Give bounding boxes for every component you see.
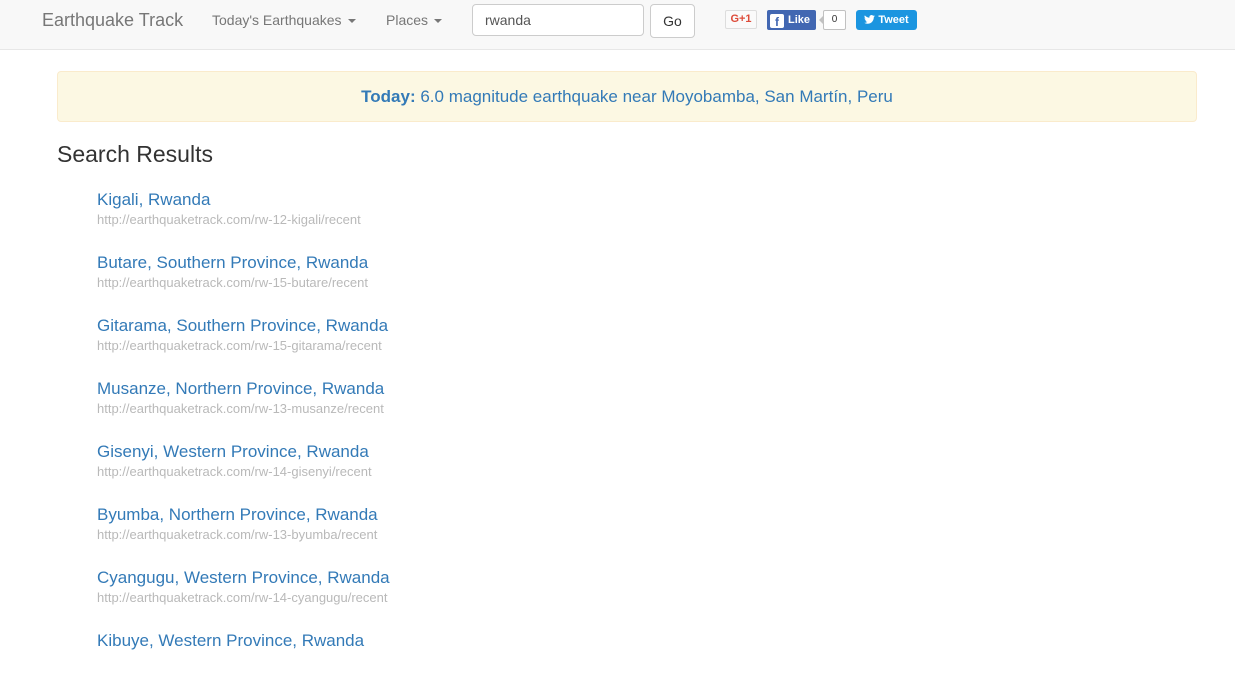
facebook-icon: f [770,14,784,29]
search-result-url: http://earthquaketrack.com/rw-12-kigali/… [97,212,361,227]
search-result-item: Kigali, Rwanda http://earthquaketrack.com… [97,189,697,252]
search-results-list: Kigali, Rwanda http://earthquaketrack.com… [97,189,697,693]
search-result-item: Gisenyi, Western Province, Rwanda http://… [97,441,697,504]
today-earthquake-alert: Today: 6.0 magnitude earthquake near Moy… [57,71,1197,122]
search-result-link[interactable]: Gisenyi, Western Province, Rwanda [97,441,697,462]
search-result-url: http://earthquaketrack.com/rw-14-cyangug… [97,590,388,605]
search-result-item: Cyangugu, Western Province, Rwanda http:/… [97,567,697,630]
menu-todays-earthquakes-label: Today's Earthquakes [212,12,342,28]
search-result-item: Byumba, Northern Province, Rwanda http://… [97,504,697,567]
search-result-url: http://earthquaketrack.com/rw-13-byumba/… [97,527,378,542]
tweet-button[interactable]: Tweet [856,10,917,30]
search-result-link[interactable]: Musanze, Northern Province, Rwanda [97,378,697,399]
search-result-url: http://earthquaketrack.com/rw-15-gitaram… [97,338,382,353]
search-result-item: Kibuye, Western Province, Rwanda [97,630,697,693]
today-earthquake-link[interactable]: Today: 6.0 magnitude earthquake near Moy… [361,87,893,106]
search-result-link[interactable]: Byumba, Northern Province, Rwanda [97,504,697,525]
go-button[interactable]: Go [650,4,695,38]
search-result-item: Butare, Southern Province, Rwanda http://… [97,252,697,315]
menu-todays-earthquakes[interactable]: Today's Earthquakes [212,12,356,28]
search-result-link[interactable]: Kibuye, Western Province, Rwanda [97,630,697,651]
page-title: Search Results [57,141,213,167]
menu-places[interactable]: Places [386,12,443,28]
search-result-item: Gitarama, Southern Province, Rwanda http:… [97,315,697,378]
facebook-like-label: Like [788,14,811,26]
alert-text: 6.0 magnitude earthquake near Moyobamba,… [420,87,893,106]
search-result-link[interactable]: Butare, Southern Province, Rwanda [97,252,697,273]
twitter-bird-icon [864,15,876,24]
caret-down-icon [347,19,356,24]
search-result-link[interactable]: Gitarama, Southern Province, Rwanda [97,315,697,336]
search-result-url: http://earthquaketrack.com/rw-15-butare/… [97,275,368,290]
facebook-like-count: 0 [819,10,846,30]
facebook-like-button[interactable]: f Like [767,10,817,30]
search-result-link[interactable]: Cyangugu, Western Province, Rwanda [97,567,697,588]
caret-down-icon [434,19,443,24]
navbar: Earthquake Track Today's Earthquakes Pla… [0,0,1235,50]
search-result-url: http://earthquaketrack.com/rw-14-gisenyi… [97,464,372,479]
menu-places-label: Places [386,12,429,28]
brand-logo[interactable]: Earthquake Track [42,10,183,31]
google-plus-button[interactable]: G+1 [725,10,757,29]
alert-prefix: Today: [361,87,416,106]
search-result-url: http://earthquaketrack.com/rw-13-musanze… [97,401,384,416]
tweet-label: Tweet [878,14,909,26]
search-result-link[interactable]: Kigali, Rwanda [97,189,697,210]
search-result-item: Musanze, Northern Province, Rwanda http:/… [97,378,697,441]
search-input[interactable] [472,4,644,36]
